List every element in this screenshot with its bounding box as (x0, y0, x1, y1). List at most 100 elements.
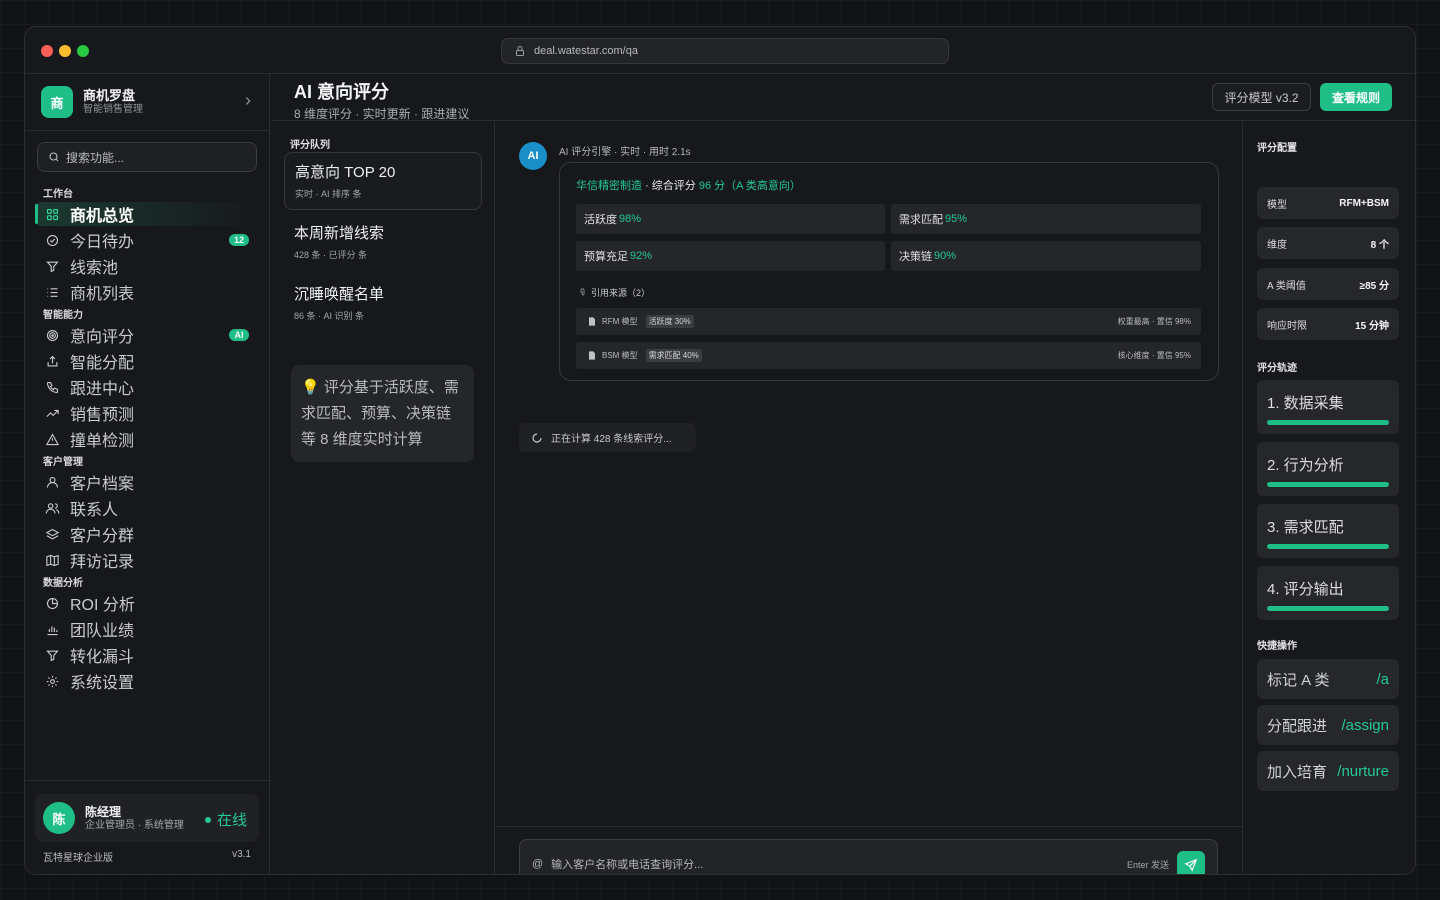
close-window-button[interactable] (41, 45, 53, 57)
sidebar-item-funnel[interactable]: 转化漏斗 (35, 643, 259, 667)
sidebar-item-conflict[interactable]: 撞单检测 (35, 427, 259, 451)
citation-item[interactable]: BSM 模型 需求匹配 40% 核心维度 · 置信 95% (576, 342, 1201, 369)
queue-item-meta: 86 条 · AI 识别 条 (294, 311, 365, 321)
sidebar-item-todo[interactable]: 今日待办 12 (35, 228, 259, 252)
brand-logo: 商 (41, 86, 73, 118)
search-input[interactable]: 搜索功能... (37, 142, 257, 172)
send-button[interactable] (1177, 851, 1205, 874)
track-step: 3. 需求匹配 (1257, 504, 1399, 558)
mention-icon[interactable]: @ (532, 858, 543, 870)
share-icon (47, 355, 58, 366)
divider (25, 130, 269, 131)
citation-name: RFM 模型 (602, 317, 638, 326)
metric-label: 需求匹配 (899, 214, 943, 226)
sidebar-item-customer-profile[interactable]: 客户档案 (35, 470, 259, 494)
search-placeholder: 搜索功能... (66, 150, 125, 165)
divider (25, 780, 269, 781)
sidebar-item-leads[interactable]: 线索池 (35, 254, 259, 278)
gear-icon (46, 675, 59, 687)
action-command: /nurture (1337, 762, 1389, 780)
company-name[interactable]: 华信精密制造 (576, 180, 642, 192)
citation-name: BSM 模型 (602, 351, 638, 360)
funnel-icon (46, 650, 59, 661)
action-label: 标记 A 类 (1267, 671, 1330, 689)
chat-input-placeholder: 输入客户名称或电话查询评分... (551, 859, 704, 871)
metric-need-match: 需求匹配 95% (891, 204, 1201, 234)
sidebar-item-visits[interactable]: 拜访记录 (35, 548, 259, 572)
avatar: 陈 (43, 802, 75, 834)
model-version-button[interactable]: 评分模型 v3.2 (1212, 83, 1311, 111)
sidebar-item-label: 客户档案 (70, 476, 135, 493)
chevron-right-icon (245, 97, 251, 105)
sidebar-item-smart-assign[interactable]: 智能分配 (35, 349, 259, 373)
sidebar-item-forecast[interactable]: 销售预测 (35, 401, 259, 425)
sidebar-item-label: 智能分配 (70, 355, 135, 372)
queue-item[interactable]: 沉睡唤醒名单 86 条 · AI 识别 条 (284, 275, 482, 333)
check-circle-icon (46, 234, 59, 246)
sidebar-item-segments[interactable]: 客户分群 (35, 522, 259, 546)
config-key: 维度 (1267, 239, 1287, 251)
config-value: RFM+BSM (1339, 197, 1389, 209)
citation-item[interactable]: RFM 模型 活跃度 30% 权重最高 · 置信 98% (576, 308, 1201, 335)
config-key: 模型 (1267, 199, 1287, 211)
sidebar-item-overview[interactable]: 商机总览 (35, 202, 259, 226)
loading-indicator: 正在计算 428 条线索评分... (519, 423, 696, 452)
answer-headline: 华信精密制造 · 综合评分 96 分（A 类高意向） (576, 177, 801, 193)
trend-icon (46, 409, 59, 417)
address-bar[interactable]: deal.watestar.com/qa (501, 38, 949, 64)
list-icon (47, 287, 58, 297)
action-label: 分配跟进 (1267, 717, 1328, 735)
step-progress-bar (1267, 544, 1389, 549)
chat-input[interactable]: @ 输入客户名称或电话查询评分... Enter 发送 (519, 839, 1218, 874)
metric-value: 98% (619, 213, 642, 225)
sidebar-item-contacts[interactable]: 联系人 (35, 496, 259, 520)
app-window: deal.watestar.com/qa 商 商机罗盘 智能销售管理 搜索功能.… (24, 26, 1416, 875)
status-text: 在线 (216, 812, 247, 829)
step-label: 1. 数据采集 (1267, 395, 1344, 412)
user-card[interactable]: 陈 陈经理 企业管理员 · 系统管理 在线 (35, 794, 259, 842)
citation-tag: 活跃度 30% (645, 315, 694, 328)
config-title: 评分配置 (1257, 143, 1297, 154)
actions-title: 快捷操作 (1257, 641, 1297, 652)
track-step: 2. 行为分析 (1257, 442, 1399, 496)
page-header: AI 意向评分 8 维度评分 · 实时更新 · 跟进建议 评分模型 v3.2 查… (271, 74, 1415, 121)
queue-item[interactable]: 高意向 TOP 20 实时 · AI 排序 条 (284, 152, 482, 210)
sidebar-item-settings[interactable]: 系统设置 (35, 669, 259, 693)
sidebar-item-label: 今日待办 (70, 234, 135, 251)
maximize-window-button[interactable] (77, 45, 89, 57)
brand-switcher[interactable]: 商 商机罗盘 智能销售管理 (41, 85, 255, 119)
queue-item-meta: 428 条 · 已评分 条 (294, 250, 368, 260)
config-key: A 类阈值 (1267, 280, 1306, 292)
document-icon (589, 351, 595, 360)
sidebar-item-label: ROI 分析 (70, 597, 135, 614)
config-value: 15 分钟 (1355, 320, 1389, 332)
sidebar-item-followup[interactable]: 跟进中心 (35, 375, 259, 399)
brand-subtitle: 智能销售管理 (83, 104, 143, 115)
minimize-window-button[interactable] (59, 45, 71, 57)
search-icon (49, 152, 59, 162)
queue-item[interactable]: 本周新增线索 428 条 · 已评分 条 (284, 214, 482, 272)
sidebar-item-roi[interactable]: ROI 分析 (35, 591, 259, 615)
mark-a-class-button[interactable]: 标记 A 类 /a (1257, 659, 1399, 699)
config-row: 模型 RFM+BSM (1257, 187, 1399, 219)
filter-icon (46, 261, 59, 272)
sidebar-item-intent-score[interactable]: 意向评分 AI (35, 323, 259, 347)
page-title: AI 意向评分 (294, 82, 390, 102)
config-value: 8 个 (1370, 239, 1389, 251)
add-to-nurture-button[interactable]: 加入培育 /nurture (1257, 751, 1399, 791)
ai-badge: AI (229, 329, 249, 341)
version-label: v3.1 (232, 849, 251, 860)
metric-label: 活跃度 (584, 214, 617, 226)
online-status: 在线 (204, 809, 247, 830)
brand-name: 商机罗盘 (83, 88, 136, 103)
sidebar-item-team[interactable]: 团队业绩 (35, 617, 259, 641)
assign-followup-button[interactable]: 分配跟进 /assign (1257, 705, 1399, 745)
view-rules-button[interactable]: 查看规则 (1320, 83, 1392, 111)
queue-item-title: 本周新增线索 (294, 225, 385, 242)
sidebar-item-label: 商机列表 (70, 286, 135, 303)
sidebar-item-label: 联系人 (70, 502, 119, 519)
ai-answer-card: 华信精密制造 · 综合评分 96 分（A 类高意向） 活跃度 98% 需求匹配 … (559, 162, 1219, 381)
action-label: 加入培育 (1267, 763, 1328, 781)
sidebar-item-opportunities[interactable]: 商机列表 (35, 280, 259, 304)
sidebar-item-label: 拜访记录 (70, 554, 135, 571)
